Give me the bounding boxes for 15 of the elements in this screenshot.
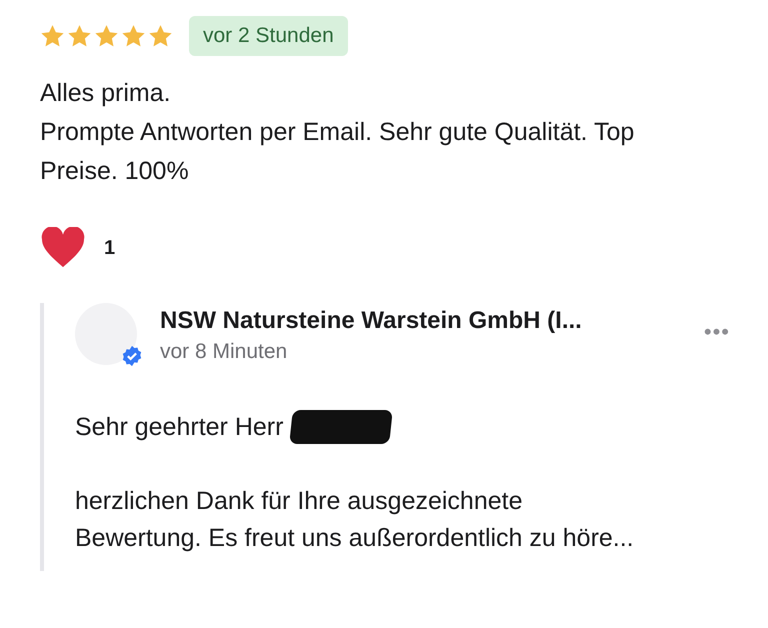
author-name: NSW Natursteine Warstein GmbH (I... [160, 306, 583, 336]
greeting-text: Sehr geehrter Herr [75, 412, 284, 442]
star-icon [67, 24, 92, 48]
reaction-count: 1 [104, 236, 116, 260]
time-badge: vor 2 Stunden [189, 16, 348, 56]
more-menu-button[interactable]: ••• [704, 314, 730, 348]
reply-text: herzlichen Dank für Ihre ausgezeichnete Bewertung. Es freut uns außerordentlich zu höre... [75, 486, 635, 554]
review-text: Alles prima. [40, 78, 172, 108]
reply-time: vor 8 Minuten [160, 338, 288, 364]
heart-icon[interactable] [40, 226, 86, 268]
star-icon [148, 24, 173, 48]
star-icon [94, 24, 119, 48]
star-icon [40, 24, 65, 48]
review-text: Prompte Antworten per Email. Sehr gute Qualität. Top Preise. 100% [40, 116, 636, 186]
star-icon [121, 24, 146, 48]
